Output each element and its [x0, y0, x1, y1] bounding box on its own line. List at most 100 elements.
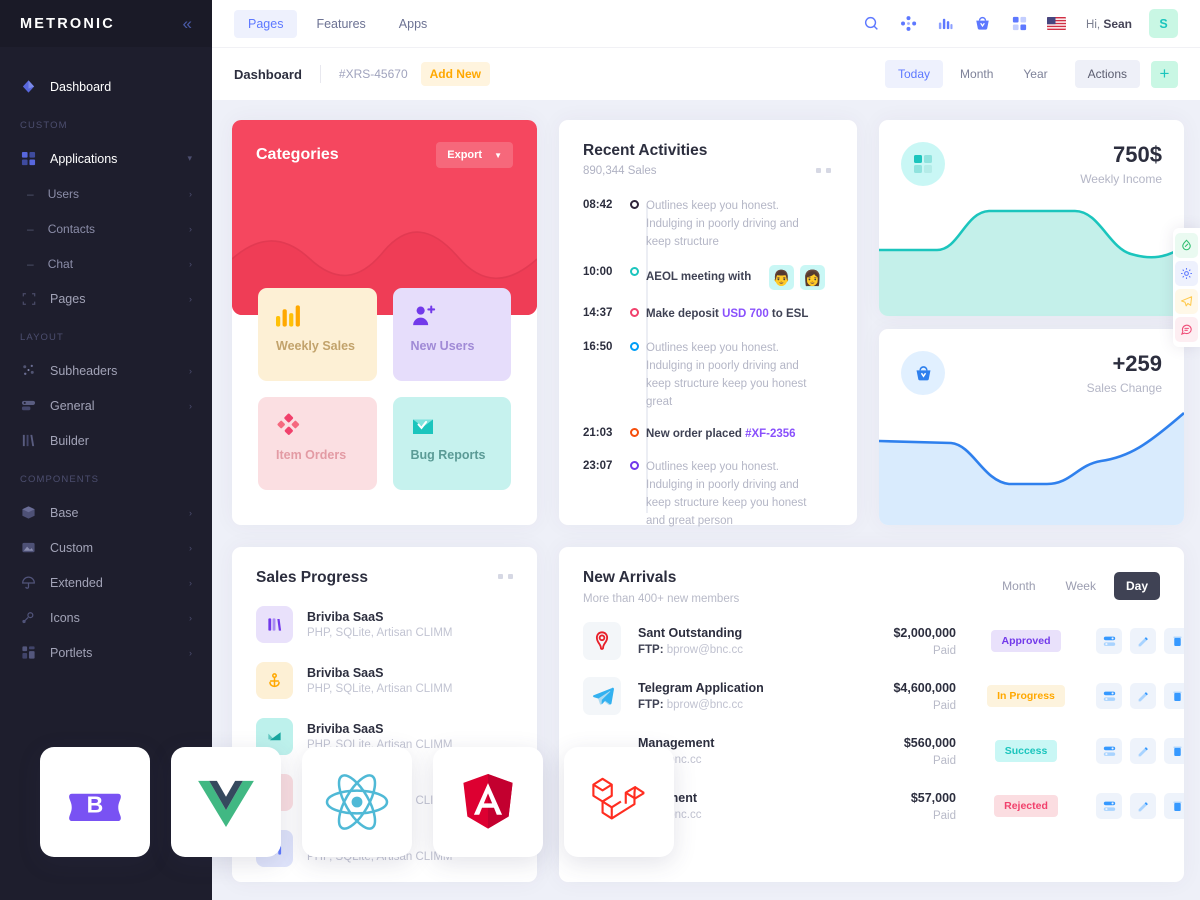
new-arrivals-header: New Arrivals More than 400+ new members …: [583, 569, 1160, 605]
settings-icon[interactable]: [1096, 628, 1122, 654]
edit-icon[interactable]: [1130, 683, 1156, 709]
export-button[interactable]: Export ▼: [436, 142, 513, 168]
tab-features[interactable]: Features: [302, 10, 379, 38]
delete-icon[interactable]: [1164, 683, 1184, 709]
tile-bug-reports[interactable]: Bug Reports: [392, 397, 511, 490]
droplet-icon[interactable]: [1175, 233, 1198, 258]
filter-month[interactable]: Month: [947, 60, 1006, 88]
avatar[interactable]: 👩: [800, 265, 826, 291]
avatar[interactable]: 👨: [769, 265, 795, 291]
react-logo[interactable]: [302, 747, 412, 857]
avatar[interactable]: S: [1149, 9, 1178, 38]
add-new-button[interactable]: Add New: [420, 62, 490, 86]
dashboard-app: METRONIC « Dashboard CUSTOM Applications…: [0, 0, 1200, 900]
brand-logo: METRONIC: [20, 15, 115, 32]
books-icon: [256, 606, 293, 643]
divider: [319, 65, 321, 83]
chevron-right-icon: ›: [189, 577, 192, 588]
board-row-top: Categories Export ▼ Weekly Sales New Use…: [232, 120, 1184, 527]
activity-time: 14:37: [583, 307, 613, 320]
tab-pages[interactable]: Pages: [234, 9, 298, 38]
svg-text:B: B: [87, 792, 104, 818]
tile-new-users[interactable]: New Users: [392, 288, 511, 381]
delete-icon[interactable]: [1164, 628, 1184, 654]
card-menu-button[interactable]: [498, 574, 513, 579]
sidebar-item-label: Pages: [50, 291, 86, 306]
basket-icon[interactable]: [972, 14, 992, 34]
edit-icon[interactable]: [1130, 628, 1156, 654]
sidebar-item-dashboard[interactable]: Dashboard: [0, 69, 212, 104]
greeting-name: Sean: [1103, 16, 1132, 31]
vue-logo[interactable]: [171, 747, 281, 857]
angular-logo[interactable]: [433, 747, 543, 857]
scatter-icon[interactable]: [898, 14, 918, 34]
delete-icon[interactable]: [1164, 738, 1184, 764]
edit-icon[interactable]: [1130, 793, 1156, 819]
tab-day[interactable]: Day: [1113, 572, 1160, 600]
sidebar-item-base[interactable]: Base ›: [0, 495, 212, 530]
list-item[interactable]: Briviba SaaS PHP, SQLite, Artisan CLIMM: [256, 662, 515, 699]
tab-apps[interactable]: Apps: [385, 10, 442, 38]
actions-button[interactable]: Actions: [1074, 60, 1140, 88]
bar-chart-icon[interactable]: [935, 14, 955, 34]
filter-year[interactable]: Year: [1010, 60, 1060, 88]
row-ftp-label: FTP:: [638, 644, 664, 656]
settings-icon[interactable]: [1096, 738, 1122, 764]
activity-text-before: New order placed: [646, 427, 746, 440]
sidebar-item-contacts[interactable]: – Contacts ›: [0, 211, 212, 246]
sidebar-item-extended[interactable]: Extended ›: [0, 565, 212, 600]
activity-text-after: to ESL: [768, 308, 809, 321]
activity-time: 21:03: [583, 426, 613, 439]
list-item[interactable]: Briviba SaaS PHP, SQLite, Artisan CLIMM: [256, 606, 515, 643]
sidebar-item-icons[interactable]: Icons ›: [0, 600, 212, 635]
activity-highlight[interactable]: USD 700: [722, 308, 769, 320]
stat-value: 750$: [1113, 142, 1162, 167]
bootstrap-logo[interactable]: B: [40, 747, 150, 857]
chevrons-left-icon[interactable]: «: [183, 15, 192, 32]
search-icon[interactable]: [861, 14, 881, 34]
activity-item: 08:42 Outlines keep you honest. Indulgin…: [583, 198, 833, 251]
tab-month[interactable]: Month: [990, 572, 1047, 600]
categories-title: Categories: [256, 146, 339, 163]
us-flag-icon[interactable]: [1046, 14, 1066, 34]
sidebar-item-subheaders[interactable]: Subheaders ›: [0, 353, 212, 388]
delete-icon[interactable]: [1164, 793, 1184, 819]
tile-weekly-sales[interactable]: Weekly Sales: [258, 288, 377, 381]
settings-icon[interactable]: [1096, 683, 1122, 709]
sidebar-item-label: Subheaders: [50, 363, 118, 378]
row-price: $4,600,000: [893, 680, 956, 695]
activity-text: Outlines keep you honest. Indulging in p…: [646, 200, 799, 248]
sidebar-item-pages[interactable]: Pages ›: [0, 281, 212, 316]
activity-item: 21:03 New order placed #XF-2356: [583, 426, 833, 444]
edit-icon[interactable]: [1130, 738, 1156, 764]
item-name: Briviba SaaS: [307, 610, 384, 624]
tile-item-orders[interactable]: Item Orders: [258, 397, 377, 490]
row-price: $560,000: [903, 735, 956, 750]
plus-icon[interactable]: +: [1151, 60, 1178, 88]
new-arrivals-tabs: Month Week Day: [990, 572, 1160, 600]
sidebar-item-chat[interactable]: – Chat ›: [0, 246, 212, 281]
paper-plane-icon[interactable]: [1175, 289, 1198, 314]
frame-icon: [20, 290, 37, 307]
settings-icon[interactable]: [1096, 793, 1122, 819]
tiles-icon: [901, 142, 945, 186]
sidebar-item-users[interactable]: – Users ›: [0, 176, 212, 211]
sidebar-item-applications[interactable]: Applications ▾: [0, 141, 212, 176]
chevron-right-icon: ›: [189, 293, 192, 304]
stat-value: +259: [1112, 351, 1162, 376]
card-menu-button[interactable]: [816, 168, 831, 173]
sidebar-item-builder[interactable]: Builder: [0, 423, 212, 458]
grid-icon[interactable]: [1009, 14, 1029, 34]
sidebar-item-general[interactable]: General ›: [0, 388, 212, 423]
laravel-logo[interactable]: [564, 747, 674, 857]
gear-icon[interactable]: [1175, 261, 1198, 286]
sidebar-item-label: General: [50, 398, 95, 413]
timeline-dot-icon: [630, 200, 639, 209]
sidebar-item-portlets[interactable]: Portlets ›: [0, 635, 212, 670]
chat-icon[interactable]: [1175, 317, 1198, 342]
sidebar-item-custom[interactable]: Custom ›: [0, 530, 212, 565]
page-title: Dashboard: [234, 66, 302, 82]
activity-highlight[interactable]: #XF-2356: [745, 428, 796, 440]
filter-today[interactable]: Today: [885, 60, 944, 88]
tab-week[interactable]: Week: [1054, 572, 1108, 600]
